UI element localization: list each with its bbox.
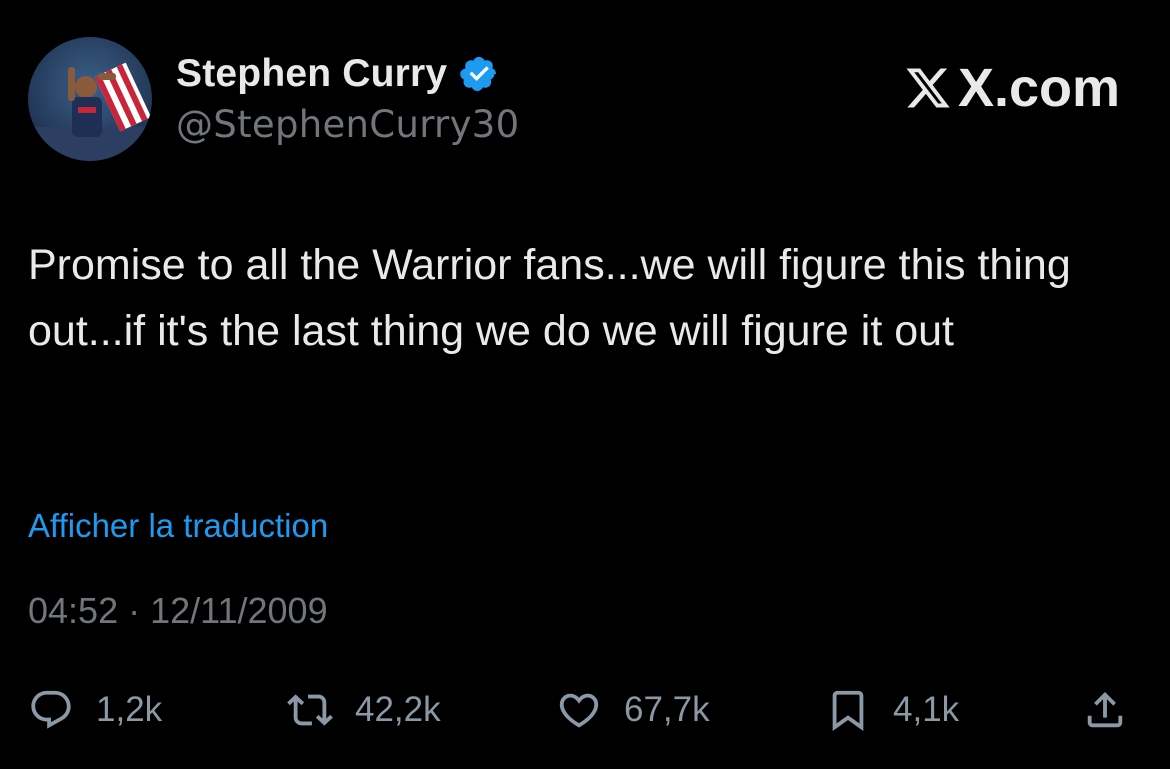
share-icon xyxy=(1082,687,1128,733)
bookmark-button[interactable]: 4,1k xyxy=(825,680,959,740)
reply-button[interactable]: 1,2k xyxy=(28,680,162,740)
bookmark-count: 4,1k xyxy=(893,690,960,729)
brand-text: X.com xyxy=(957,58,1120,118)
heart-icon xyxy=(556,687,602,733)
reply-icon xyxy=(28,687,74,733)
like-count: 67,7k xyxy=(624,690,710,729)
bookmark-icon xyxy=(825,687,871,733)
tweet-timestamp[interactable]: 04:52 · 12/11/2009 xyxy=(28,590,328,632)
brand-watermark: X.com xyxy=(904,58,1120,118)
tweet-card: Stephen Curry @StephenCurry30 X.com Prom… xyxy=(0,0,1170,769)
verified-badge-icon xyxy=(459,54,499,94)
avatar[interactable] xyxy=(28,37,152,161)
like-button[interactable]: 67,7k xyxy=(556,680,710,740)
x-logo-icon xyxy=(904,64,952,112)
author-display-name[interactable]: Stephen Curry xyxy=(176,52,447,96)
translate-link[interactable]: Afficher la traduction xyxy=(28,507,328,545)
share-button[interactable] xyxy=(1082,680,1128,740)
retweet-button[interactable]: 42,2k xyxy=(287,680,441,740)
author-handle[interactable]: @StephenCurry30 xyxy=(176,103,519,146)
author-name-row[interactable]: Stephen Curry xyxy=(176,52,499,96)
retweet-count: 42,2k xyxy=(355,690,441,729)
reply-count: 1,2k xyxy=(96,690,163,729)
retweet-icon xyxy=(287,687,333,733)
tweet-text: Promise to all the Warrior fans...we wil… xyxy=(28,241,1071,355)
action-bar: 1,2k 42,2k 67,7k 4,1k xyxy=(0,680,1170,740)
